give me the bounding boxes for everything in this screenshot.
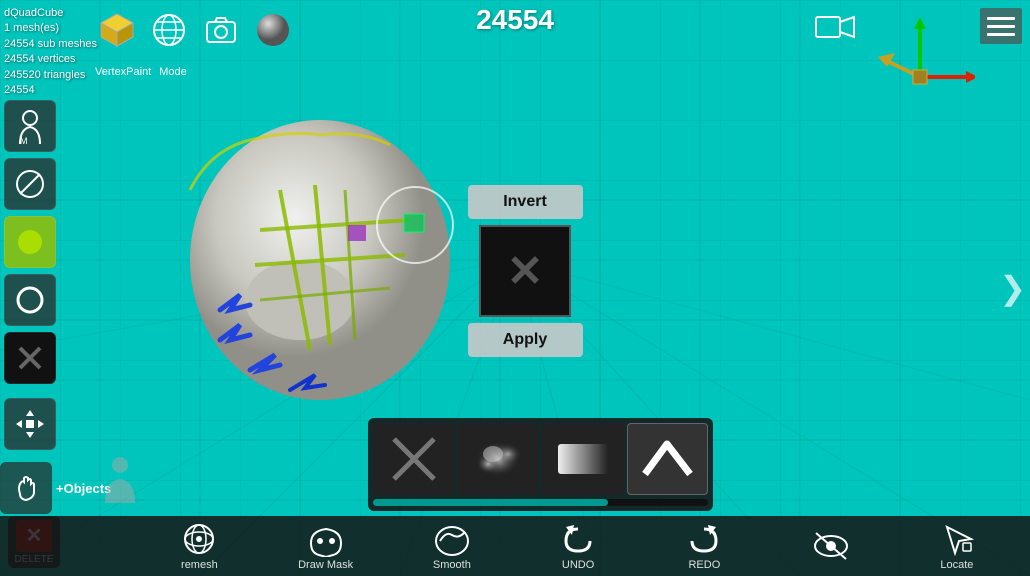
redo-icon [684,521,724,557]
cube-icon [97,10,137,50]
smooth-label: Smooth [433,559,471,571]
app-id: 24554 [4,83,97,98]
brush-progress-track [373,499,708,506]
counter-value: 24554 [476,4,554,35]
x-brush-icon [389,434,439,484]
camera-icon [204,13,238,47]
sub-meshes: 24554 sub meshes [4,37,97,52]
eye-icon [811,528,851,564]
hamburger-line-3 [987,33,1015,36]
smooth-icon-svg [432,521,472,557]
app-title: dQuadCube [4,6,97,21]
hamburger-line-1 [987,17,1015,20]
locate-label: Locate [940,559,973,571]
vertices: 24554 vertices [4,52,97,67]
brush-cloud-item[interactable] [458,423,540,495]
undo-btn[interactable]: UNDO [548,521,608,571]
cloud-brush-icon [468,434,528,484]
slash-icon [14,168,46,200]
locate-icon-svg [937,521,977,557]
hamburger-line-2 [987,25,1015,28]
globe-icon-btn[interactable] [147,8,191,52]
green-circle-icon [16,228,44,256]
globe-icon [151,12,187,48]
remesh-label: remesh [181,559,218,571]
right-arrow-btn[interactable]: ❯ [999,269,1026,307]
locate-icon [937,521,977,557]
small-figure [95,453,145,508]
x-icon [16,344,44,372]
gradient-brush-icon [553,434,613,484]
invert-btn[interactable]: Invert [468,185,583,219]
sphere-preview-icon [254,11,292,49]
draw-mask-btn[interactable]: Draw Mask [296,521,356,571]
triangles: 245520 triangles [4,68,97,83]
chevron-brush-icon [640,434,695,484]
mask-preview-box[interactable]: ✕ [479,225,571,317]
brush-gradient-item[interactable] [542,423,624,495]
top-icons-bar [95,8,295,52]
x-icon-btn[interactable] [4,332,56,384]
bottom-action-bar: remesh Draw Mask Smooth UN [0,516,1030,576]
camera-icon-btn[interactable] [199,8,243,52]
undo-label: UNDO [562,559,594,571]
ring-icon [16,286,44,314]
smooth-btn[interactable]: Smooth [422,521,482,571]
draw-mask-label: Draw Mask [298,559,353,571]
counter-display: 24554 [476,4,554,36]
green-dot-btn[interactable] [4,216,56,268]
brush-toolbar [368,418,713,511]
no-icon-btn[interactable] [4,158,56,210]
mask-icon-svg [306,521,346,557]
ring-btn[interactable] [4,274,56,326]
objects-icon [0,462,52,514]
invert-label: Invert [503,193,547,211]
move-icon [14,408,46,440]
redo-icon-svg [684,521,724,557]
mode-label: Mode [159,66,187,78]
apply-btn[interactable]: Apply [468,323,583,357]
remesh-icon [179,521,219,557]
gizmo-icon [865,15,975,105]
brush-x-item[interactable] [373,423,455,495]
redo-btn[interactable]: REDO [674,521,734,571]
video-camera-icon [815,12,855,42]
svg-text:M: M [20,136,28,144]
brush-row [373,423,708,495]
app-info: dQuadCube 1 mesh(es) 24554 sub meshes 24… [4,6,97,98]
figure-icon [95,453,145,503]
vertex-paint-label: VertexPaint [95,66,151,78]
sphere-preview[interactable] [251,8,295,52]
3d-model[interactable] [160,110,470,420]
video-camera-btn[interactable] [815,12,855,47]
locate-btn[interactable]: Locate [927,521,987,571]
brush-panel [368,418,713,511]
brush-progress-bar [373,499,608,506]
gizmo[interactable] [865,15,975,110]
mask-x-icon: ✕ [507,246,544,297]
popup-panel: Invert ✕ Apply [460,185,590,357]
vertex-paint-mode: VertexPaint Mode [95,66,187,78]
hand-icon [12,474,40,502]
brush-chevron-item[interactable] [627,423,709,495]
undo-icon-svg [558,521,598,557]
cube-icon-btn[interactable] [95,8,139,52]
apply-label: Apply [503,331,547,349]
hamburger-menu-btn[interactable] [980,8,1022,44]
character-btn[interactable]: M [4,100,56,152]
draw-mask-icon [306,521,346,557]
eye-icon-svg [811,528,851,564]
redo-label: REDO [688,559,720,571]
person-icon: M [15,109,45,144]
left-sidebar: M [4,100,56,450]
undo-icon [558,521,598,557]
remesh-icon-svg [179,521,219,557]
mesh-count: 1 mesh(es) [4,21,97,36]
smooth-icon [432,521,472,557]
remesh-btn[interactable]: remesh [169,521,229,571]
hide-btn[interactable] [801,528,861,564]
model-svg [160,110,470,420]
move-icon-btn[interactable] [4,398,56,450]
